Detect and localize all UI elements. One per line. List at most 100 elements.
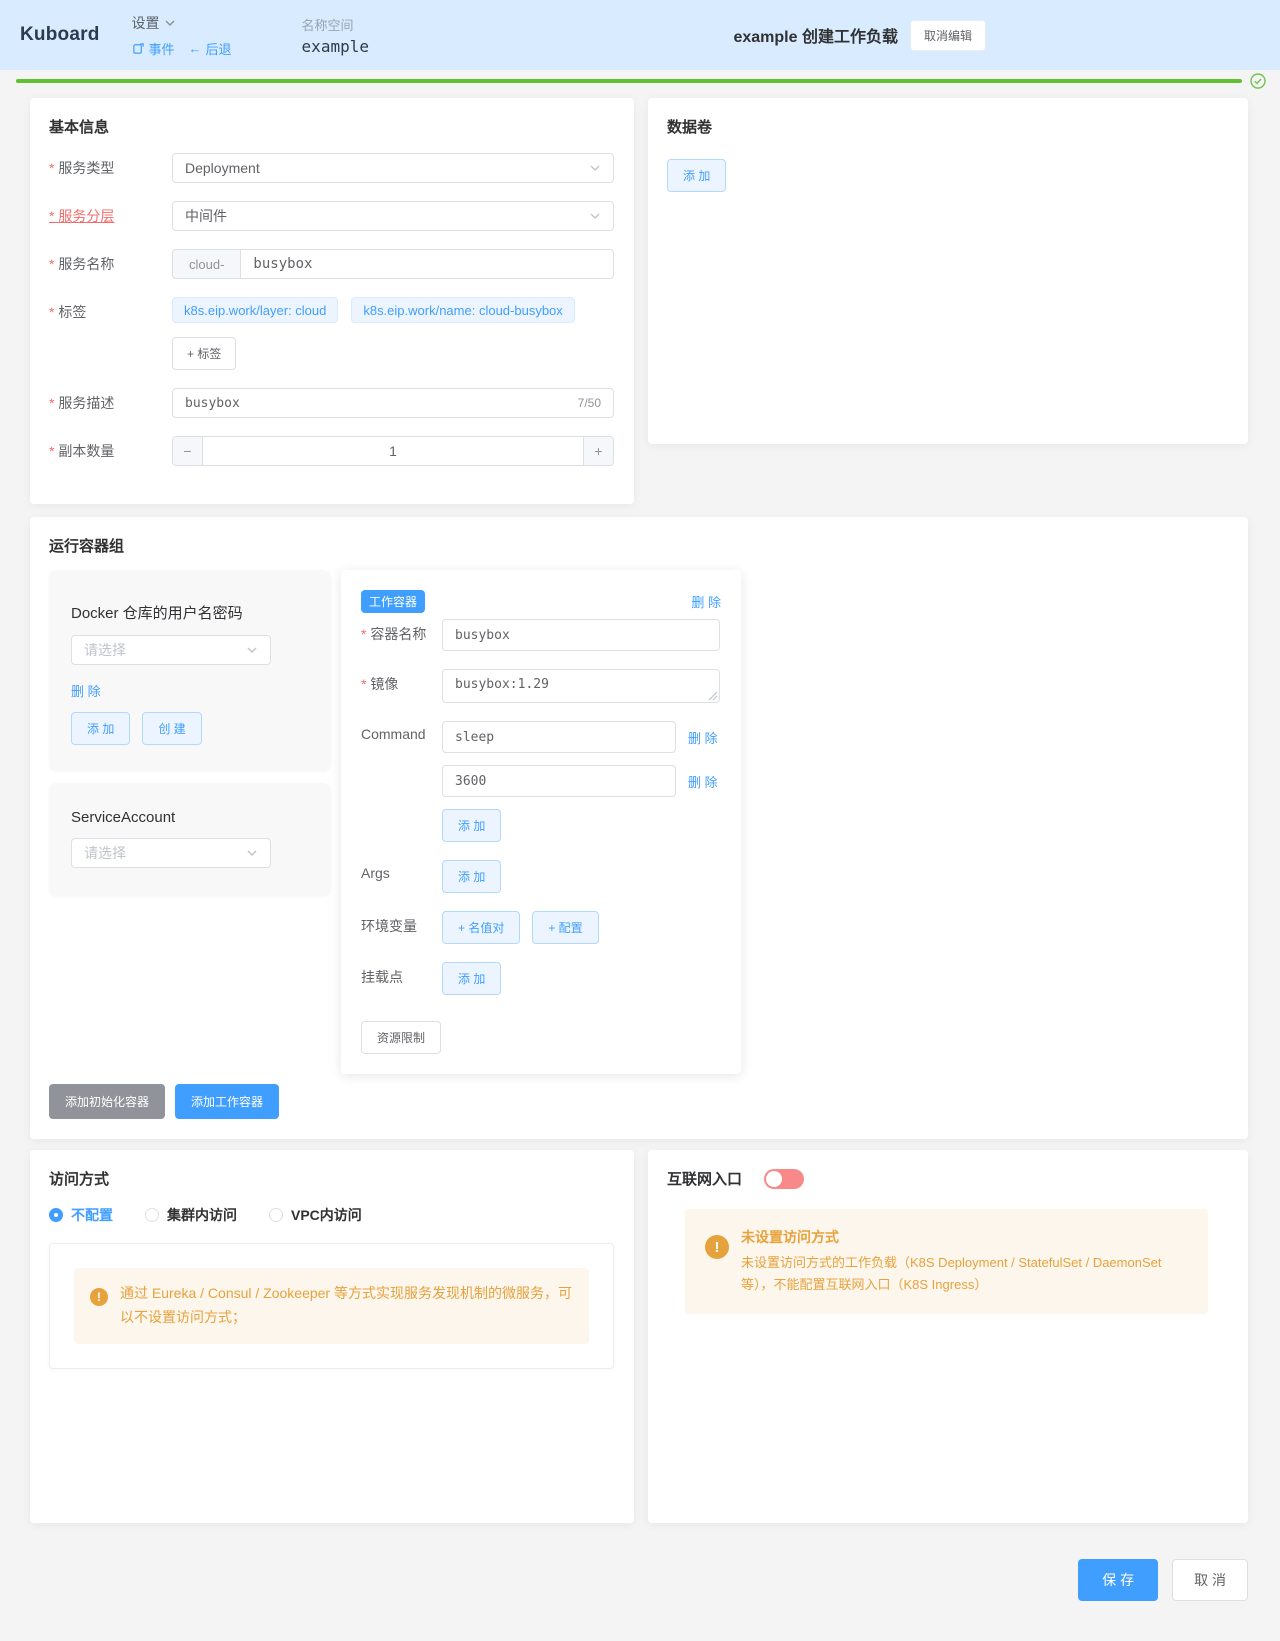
container-name-input[interactable] — [442, 619, 720, 651]
env-label: 环境变量 — [361, 911, 442, 936]
service-type-row: 服务类型 Deployment — [49, 153, 614, 183]
work-container-panel: 工作容器 删 除 容器名称 镜像 busybox:1.29 — [341, 570, 741, 1074]
service-type-select[interactable]: Deployment — [172, 153, 614, 183]
labels-row: 标签 k8s.eip.work/layer: cloud k8s.eip.wor… — [49, 297, 614, 370]
label-tag: k8s.eip.work/name: cloud-busybox — [351, 297, 574, 323]
command-item: 删 除 — [442, 721, 718, 753]
increase-button[interactable]: + — [583, 437, 613, 465]
back-link[interactable]: ← 后退 — [189, 39, 232, 58]
add-volume-button[interactable]: 添 加 — [667, 159, 726, 192]
cancel-edit-button[interactable]: 取消编辑 — [910, 20, 986, 51]
service-layer-label[interactable]: 服务分层 — [49, 201, 172, 226]
replicas-value[interactable]: 1 — [203, 437, 583, 465]
warning-icon: ! — [90, 1288, 108, 1306]
service-account-select[interactable]: 请选择 — [71, 838, 271, 868]
chevron-down-icon — [246, 847, 258, 859]
progress-row — [0, 70, 1280, 88]
mounts-label: 挂载点 — [361, 962, 442, 987]
containers-title: 运行容器组 — [49, 535, 1228, 556]
docker-secret-add-button[interactable]: 添 加 — [71, 712, 130, 745]
docker-secret-create-button[interactable]: 创 建 — [142, 712, 201, 745]
radio-vpc-access[interactable]: VPC内访问 — [269, 1205, 362, 1225]
save-button[interactable]: 保 存 — [1078, 1559, 1158, 1601]
env-row: 环境变量 + 名值对 + 配置 — [361, 911, 721, 944]
service-layer-select[interactable]: 中间件 — [172, 201, 614, 231]
command-delete-link[interactable]: 删 除 — [688, 772, 718, 791]
env-add-pair-button[interactable]: + 名值对 — [442, 911, 520, 944]
add-label-button[interactable]: + 标签 — [172, 337, 236, 370]
description-value: busybox — [185, 396, 240, 411]
access-title: 访问方式 — [49, 1168, 614, 1189]
work-container-delete-link[interactable]: 删 除 — [691, 592, 721, 611]
container-name-label: 容器名称 — [361, 619, 442, 644]
replicas-stepper: − 1 + — [172, 436, 614, 466]
command-add-button[interactable]: 添 加 — [442, 809, 501, 842]
page-title: example 创建工作负载 — [733, 23, 898, 47]
service-account-panel: ServiceAccount 请选择 — [49, 783, 331, 896]
command-input[interactable] — [442, 765, 676, 797]
docker-secret-title: Docker 仓库的用户名密码 — [71, 602, 309, 623]
check-circle-icon — [1250, 73, 1266, 89]
image-textarea[interactable]: busybox:1.29 — [442, 669, 720, 703]
namespace-value: example — [302, 37, 369, 56]
cancel-button[interactable]: 取 消 — [1172, 1559, 1248, 1601]
service-type-value: Deployment — [185, 160, 260, 176]
command-delete-link[interactable]: 删 除 — [688, 728, 718, 747]
back-label: 后退 — [206, 39, 232, 58]
access-alert-text: 通过 Eureka / Consul / Zookeeper 等方式实现服务发现… — [120, 1282, 573, 1330]
containers-card: 运行容器组 Docker 仓库的用户名密码 请选择 删 除 添 加 创 建 — [30, 517, 1248, 1139]
service-layer-row: 服务分层 中间件 — [49, 201, 614, 231]
mounts-row: 挂载点 添 加 — [361, 962, 721, 995]
description-row: 服务描述 busybox 7/50 — [49, 388, 614, 418]
env-add-config-button[interactable]: + 配置 — [532, 911, 598, 944]
service-type-label: 服务类型 — [49, 153, 172, 178]
internet-card: 互联网入口 ! 未设置访问方式 未设置访问方式的工作负载（K8S Deploym… — [648, 1150, 1248, 1523]
service-account-placeholder: 请选择 — [84, 843, 126, 863]
work-container-badge: 工作容器 — [361, 590, 425, 613]
volumes-title: 数据卷 — [667, 116, 1228, 137]
toggle-knob — [766, 1171, 782, 1187]
events-icon — [132, 42, 145, 55]
docker-secret-select[interactable]: 请选择 — [71, 635, 271, 665]
args-row: Args 添 加 — [361, 860, 721, 893]
chevron-down-icon — [589, 210, 601, 222]
events-link[interactable]: 事件 — [132, 39, 175, 58]
replicas-row: 副本数量 − 1 + — [49, 436, 614, 466]
args-add-button[interactable]: 添 加 — [442, 860, 501, 893]
add-init-container-button[interactable]: 添加初始化容器 — [49, 1084, 165, 1119]
internet-alert-title: 未设置访问方式 — [741, 1227, 1188, 1248]
container-name-row: 容器名称 — [361, 619, 721, 651]
description-input[interactable]: busybox 7/50 — [172, 388, 614, 418]
top-bar: Kuboard 设置 事件 ← 后退 名称空间 example example … — [0, 0, 1280, 70]
command-label: Command — [361, 721, 442, 742]
service-name-input[interactable] — [240, 249, 614, 279]
decrease-button[interactable]: − — [173, 437, 203, 465]
docker-secret-placeholder: 请选择 — [84, 640, 126, 660]
warning-icon: ! — [705, 1235, 729, 1259]
service-account-title: ServiceAccount — [71, 809, 309, 826]
internet-toggle[interactable] — [764, 1169, 804, 1189]
args-label: Args — [361, 860, 442, 881]
settings-dropdown[interactable]: 设置 — [132, 13, 232, 33]
service-name-row: 服务名称 cloud- — [49, 249, 614, 279]
access-card: 访问方式 不配置 集群内访问 VPC内访问 ! 通过 Eure — [30, 1150, 634, 1523]
events-label: 事件 — [149, 39, 175, 58]
replicas-label: 副本数量 — [49, 436, 172, 461]
access-radio-group: 不配置 集群内访问 VPC内访问 — [49, 1205, 614, 1225]
docker-secret-delete-link[interactable]: 删 除 — [71, 684, 101, 699]
char-counter: 7/50 — [578, 396, 601, 410]
radio-dot-icon — [49, 1208, 63, 1222]
chevron-down-icon — [164, 17, 176, 29]
radio-cluster-access[interactable]: 集群内访问 — [145, 1205, 237, 1225]
labels-label: 标签 — [49, 297, 172, 322]
mounts-add-button[interactable]: 添 加 — [442, 962, 501, 995]
footer-actions: 保 存 取 消 — [30, 1523, 1248, 1621]
resize-grip-icon[interactable] — [708, 691, 718, 701]
radio-label: 不配置 — [71, 1205, 113, 1225]
command-input[interactable] — [442, 721, 676, 753]
app-logo: Kuboard — [20, 24, 100, 46]
add-work-container-button[interactable]: 添加工作容器 — [175, 1084, 279, 1119]
resource-limits-button[interactable]: 资源限制 — [361, 1021, 441, 1054]
radio-no-config[interactable]: 不配置 — [49, 1205, 113, 1225]
radio-label: 集群内访问 — [167, 1205, 237, 1225]
